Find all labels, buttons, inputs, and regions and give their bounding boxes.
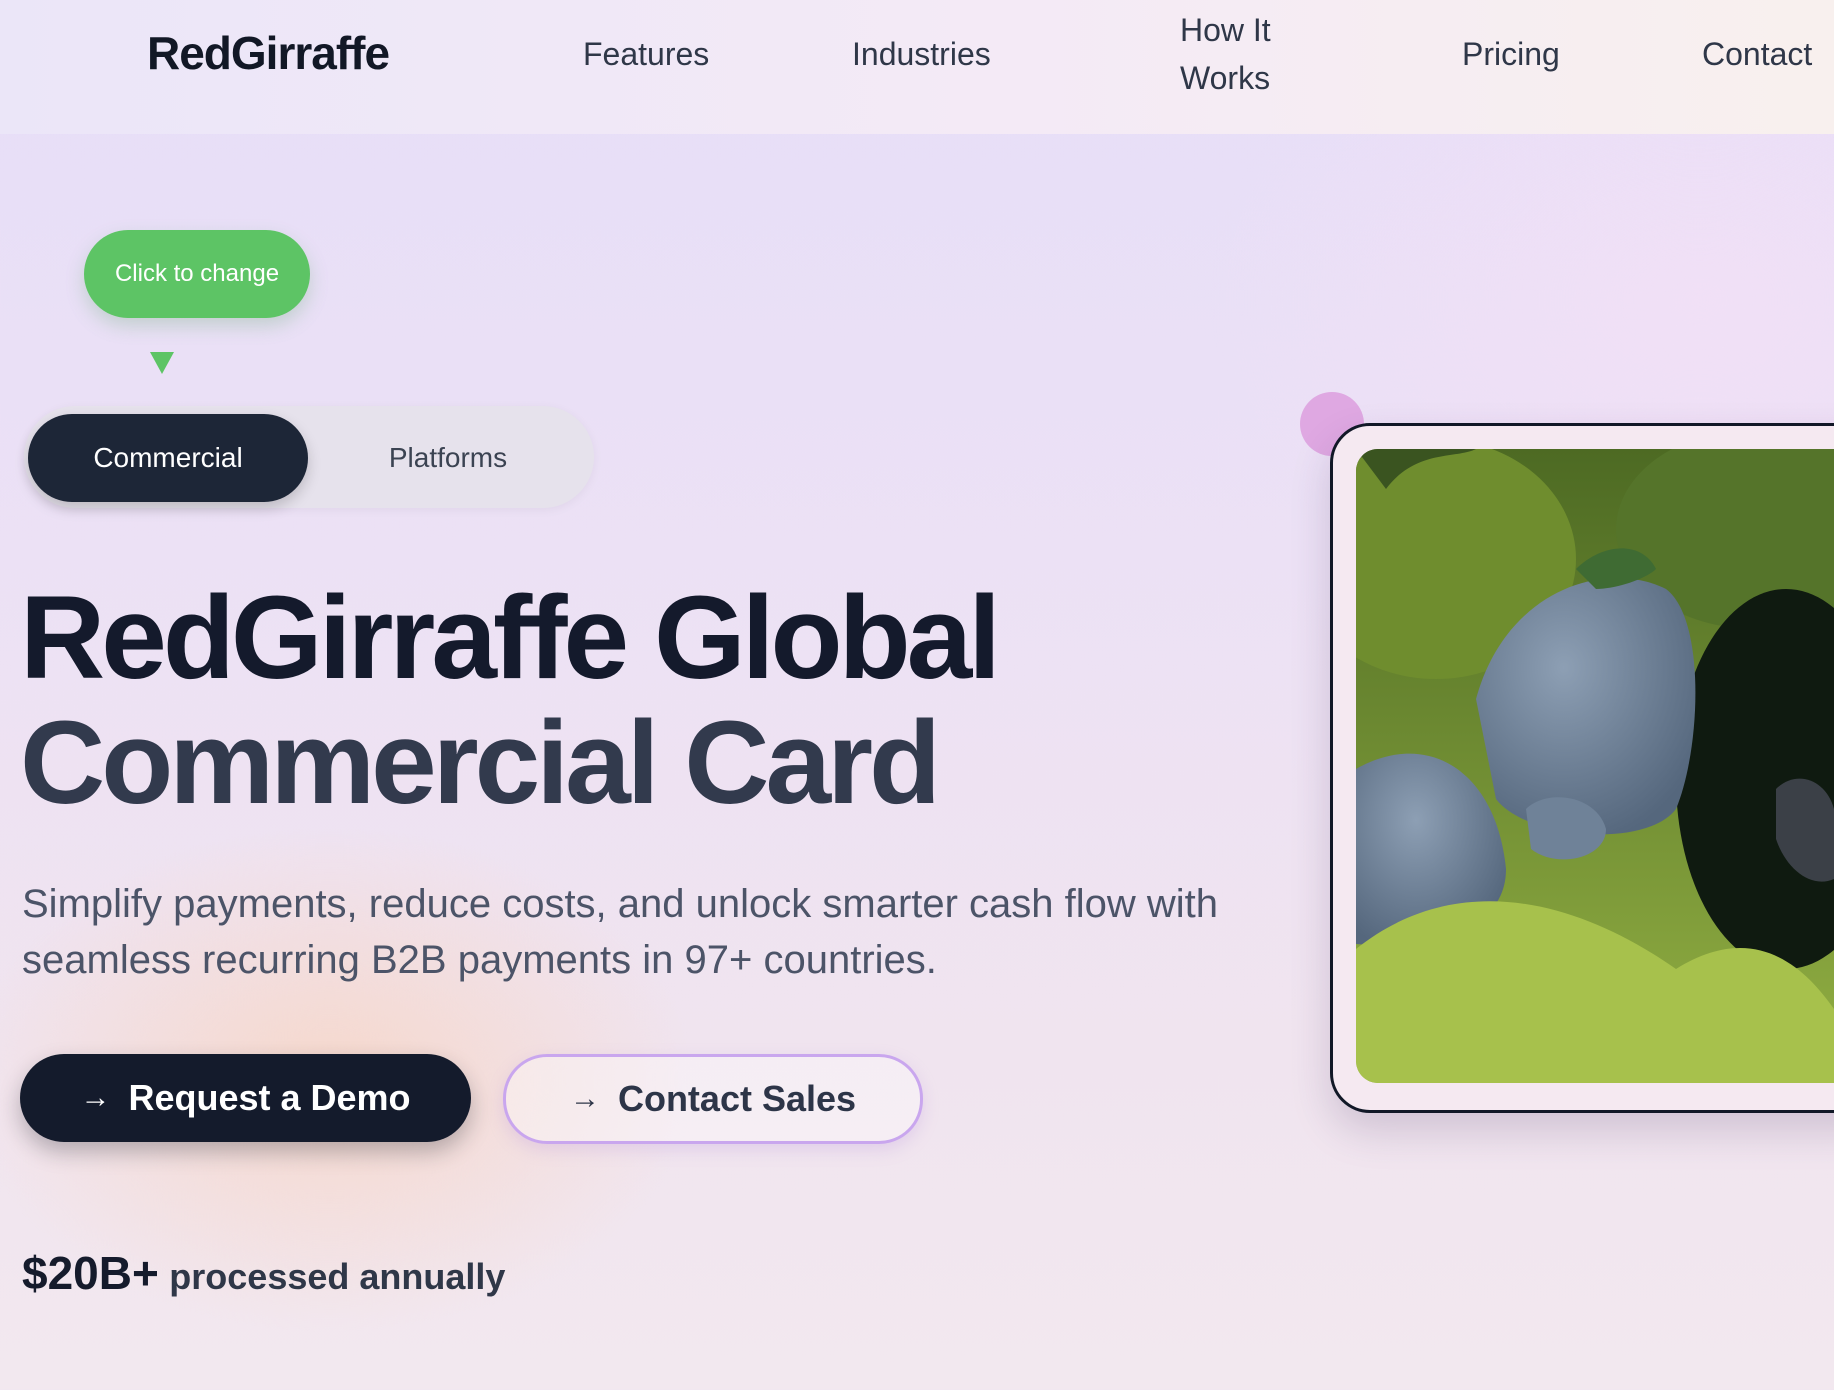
top-nav: RedGirraffe Features Industries How It W… [0, 0, 1834, 134]
toggle-option-platforms[interactable]: Platforms [308, 414, 588, 502]
arrow-right-icon: → [569, 1082, 600, 1115]
nav-link-features[interactable]: Features [583, 30, 709, 78]
toggle-option-commercial[interactable]: Commercial [28, 414, 308, 502]
hero-title-line2: Commercial Card [20, 697, 941, 829]
contact-sales-button[interactable]: → Contact Sales [503, 1054, 923, 1144]
arrow-right-icon: → [80, 1081, 111, 1114]
nav-link-how-it-works-line2: Works [1180, 60, 1271, 96]
hero-title-line1: RedGirraffe Global [20, 572, 1001, 704]
hero-subtitle: Simplify payments, reduce costs, and unl… [22, 882, 1219, 982]
nature-scene-illustration [1356, 449, 1834, 1083]
nav-link-how-it-works-line1: How It [1180, 12, 1271, 48]
request-demo-button[interactable]: → Request a Demo [20, 1054, 471, 1142]
nav-link-industries[interactable]: Industries [852, 30, 991, 78]
nature-video-frame-icon[interactable] [1356, 449, 1834, 1083]
tooltip-pointer-icon [150, 352, 174, 374]
nav-link-pricing[interactable]: Pricing [1462, 30, 1560, 78]
request-demo-label: Request a Demo [128, 1077, 411, 1118]
stat-value: $20B+ [22, 1247, 159, 1299]
stat-label: processed annually [169, 1256, 506, 1297]
contact-sales-label: Contact Sales [617, 1078, 857, 1119]
stat-processed: $20B+ processed annually [22, 1246, 505, 1300]
brand-logo[interactable]: RedGirraffe [147, 26, 390, 80]
nav-link-contact[interactable]: Contact [1702, 30, 1812, 78]
click-to-change-tooltip: Click to change [84, 230, 310, 318]
